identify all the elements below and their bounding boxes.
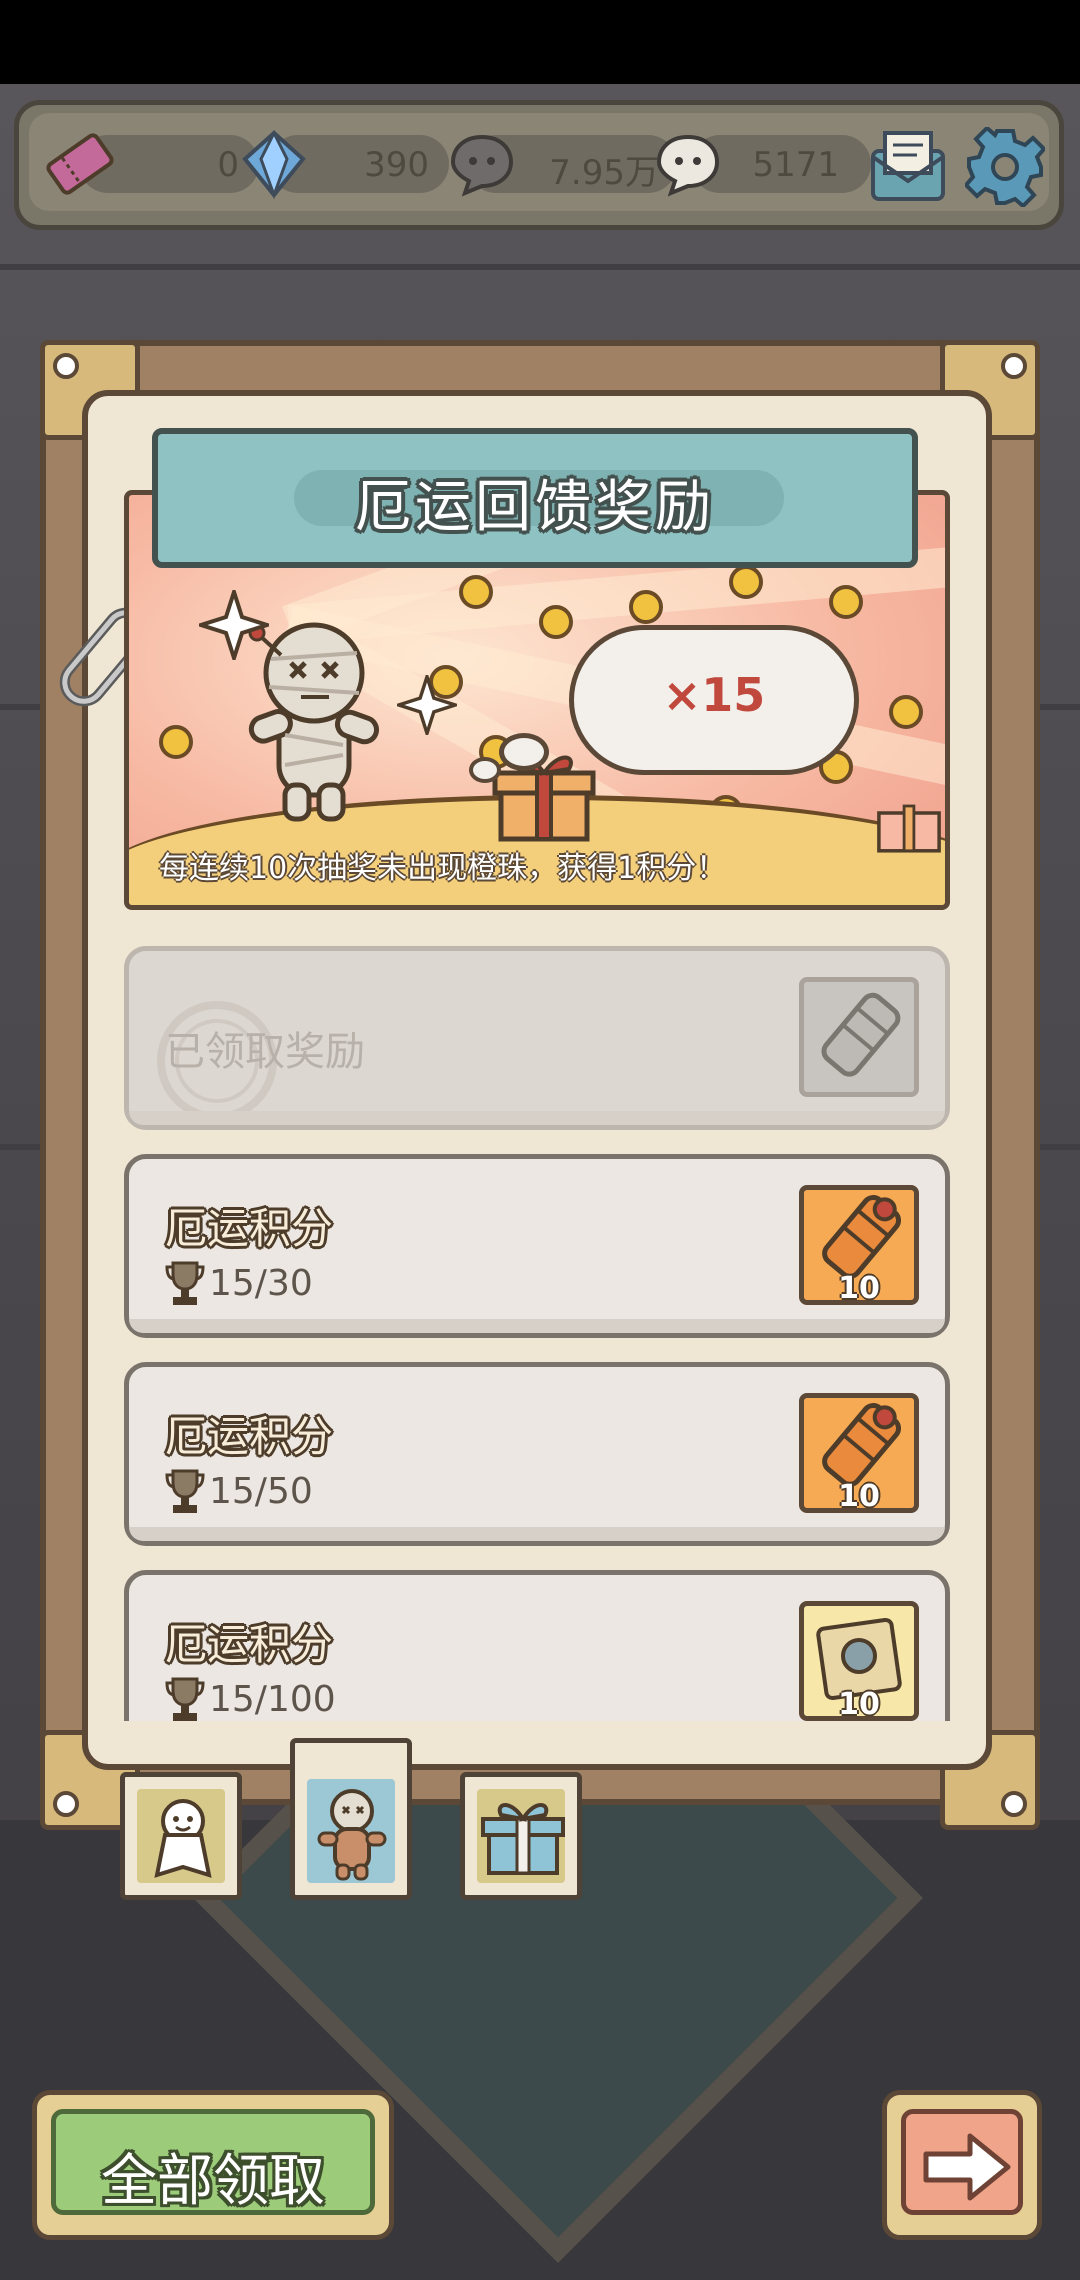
- reward-list[interactable]: 已领取奖励 厄运积分 15/30 10 厄运积分 15/50 10 厄运积分 1…: [124, 946, 950, 1721]
- gift-box-icon: [481, 1803, 565, 1875]
- blue-gem-icon[interactable]: [237, 127, 311, 201]
- mail-icon[interactable]: [867, 127, 949, 205]
- reward-item-orange-cannon[interactable]: 10: [799, 1185, 919, 1306]
- multiplier-text: ×15: [662, 668, 766, 722]
- reward-count: 10: [838, 1271, 880, 1306]
- reward-progress: 15/50: [209, 1471, 313, 1512]
- status-bar: [0, 0, 1080, 84]
- panel-title: 厄运回馈奖励: [355, 475, 715, 540]
- trophy-icon: [165, 1469, 205, 1513]
- reward-progress: 15/100: [209, 1679, 336, 1720]
- light-chat-icon[interactable]: [653, 129, 723, 199]
- ticket-count: 0: [217, 145, 239, 185]
- next-button[interactable]: [882, 2090, 1042, 2240]
- claimed-label: 已领取奖励: [165, 1029, 365, 1075]
- reward-count: 10: [838, 1479, 880, 1514]
- reward-progress: 15/30: [209, 1263, 313, 1304]
- gem-count: 390: [364, 145, 429, 185]
- sparkle-icon: [199, 590, 269, 660]
- title-banner: 厄运回馈奖励: [152, 428, 918, 568]
- light-chat-count: 5171: [752, 145, 839, 185]
- hero-description: 每连续10次抽奖未出现橙珠，获得1积分！: [159, 851, 727, 886]
- sparkle-icon-2: [397, 675, 457, 735]
- tab-ghost-doll[interactable]: [120, 1772, 242, 1900]
- reward-card: 厄运积分 15/100 10: [124, 1570, 950, 1721]
- reward-title: 厄运积分: [165, 1620, 334, 1669]
- dark-chat-icon[interactable]: [447, 129, 517, 199]
- reward-item-gray-cannon[interactable]: [799, 977, 919, 1097]
- trophy-icon: [165, 1261, 205, 1305]
- reward-title: 厄运积分: [165, 1412, 334, 1461]
- tab-voodoo-doll[interactable]: [290, 1738, 412, 1900]
- trophy-icon: [165, 1677, 205, 1721]
- arrow-right-icon: [923, 2133, 1011, 2201]
- reward-card: 厄运积分 15/50 10: [124, 1362, 950, 1546]
- tab-gift-box[interactable]: [460, 1772, 582, 1900]
- ticket-icon[interactable]: [43, 129, 117, 199]
- reward-item-orange-cannon[interactable]: 10: [799, 1393, 919, 1514]
- reward-count: 10: [838, 1687, 880, 1721]
- claim-all-button[interactable]: 全部领取: [32, 2090, 394, 2240]
- currency-bar: 0 390 7.95万 5171: [14, 100, 1064, 230]
- voodoo-doll-icon: [317, 1789, 387, 1881]
- gray-cannon-icon: [821, 992, 901, 1077]
- reward-title: 厄运积分: [165, 1204, 334, 1253]
- reward-card-claimed: 已领取奖励: [124, 946, 950, 1130]
- reward-item-scroll[interactable]: 10: [799, 1601, 919, 1721]
- gear-icon[interactable]: [965, 127, 1045, 207]
- dark-chat-count: 7.95万: [549, 153, 659, 193]
- reward-card: 厄运积分 15/30 10: [124, 1154, 950, 1338]
- thought-cloud: ×15: [569, 625, 859, 775]
- claim-all-label: 全部领取: [101, 2149, 325, 2214]
- ghost-doll-icon: [154, 1799, 212, 1878]
